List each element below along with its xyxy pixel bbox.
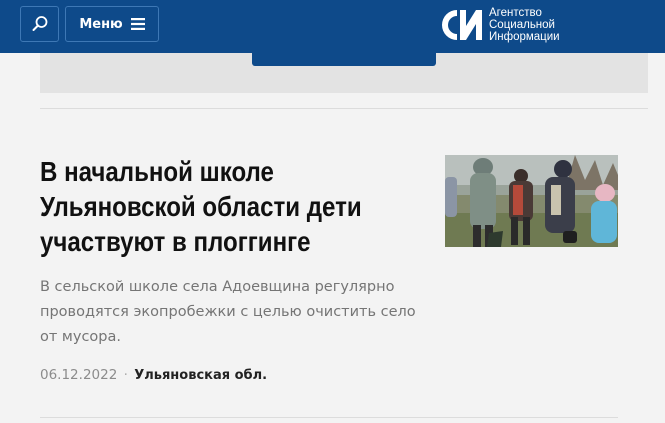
- logo-line-1: Агентство: [489, 7, 542, 19]
- site-header: Меню Агентство Социальной Информации: [0, 0, 665, 53]
- article-bottom-divider: [40, 417, 618, 418]
- children-plogging-photo: [445, 155, 618, 247]
- meta-separator: ·: [123, 367, 128, 383]
- article-date: 06.12.2022: [40, 367, 118, 383]
- article-lead: В сельской школе села Адоевщина регулярн…: [40, 279, 416, 345]
- site-logo[interactable]: Агентство Социальной Информации: [439, 5, 560, 45]
- article-region-link[interactable]: Ульяновская обл.: [134, 368, 267, 383]
- hamburger-icon: [130, 18, 145, 30]
- search-icon: [32, 16, 47, 31]
- section-divider: [40, 108, 648, 109]
- search-button[interactable]: [20, 6, 59, 42]
- logo-line-3: Информации: [489, 31, 560, 43]
- menu-button[interactable]: Меню: [65, 6, 159, 42]
- logo-line-2: Социальной: [489, 19, 555, 31]
- ad-banner-placeholder: [40, 53, 648, 93]
- article-title[interactable]: В начальной школе Ульяновской области де…: [40, 154, 418, 259]
- asi-logo-icon: [442, 10, 482, 40]
- logo-text: Агентство Социальной Информации: [489, 7, 560, 43]
- banner-tab[interactable]: [252, 53, 436, 66]
- article-meta: 06.12.2022 · Ульяновская обл.: [40, 367, 267, 383]
- menu-label: Меню: [79, 16, 123, 32]
- article-thumbnail[interactable]: [445, 155, 618, 247]
